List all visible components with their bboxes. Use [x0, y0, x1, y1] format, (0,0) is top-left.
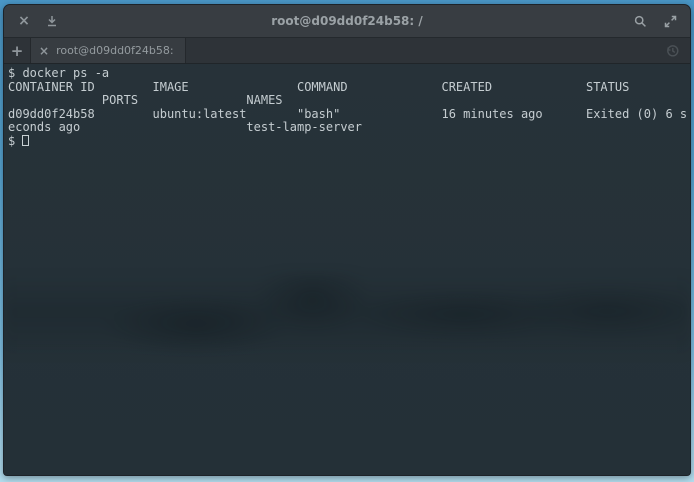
- new-tab-button[interactable]: +: [4, 38, 30, 63]
- wallpaper-silhouette: [4, 272, 690, 358]
- search-icon: [633, 14, 648, 29]
- history-button[interactable]: [665, 38, 690, 63]
- titlebar[interactable]: root@d09dd0f24b58: / ×: [4, 5, 690, 38]
- terminal-window: root@d09dd0f24b58: / ×: [3, 4, 691, 476]
- terminal-line: PORTS NAMES: [8, 94, 686, 108]
- search-button[interactable]: [629, 10, 651, 32]
- terminal-line: d09dd0f24b58 ubuntu:latest "bash" 16 min…: [8, 108, 686, 122]
- terminal-output: $ docker ps -aCONTAINER ID IMAGE COMMAND…: [8, 67, 686, 135]
- terminal-prompt-line: $: [8, 135, 686, 149]
- tab-active[interactable]: × root@d09dd0f24b58: /: [30, 38, 186, 63]
- terminal-area[interactable]: $ docker ps -aCONTAINER ID IMAGE COMMAND…: [4, 64, 690, 475]
- expand-icon: [663, 14, 678, 29]
- plus-icon: +: [11, 42, 24, 60]
- close-icon: ×: [18, 14, 30, 28]
- download-button[interactable]: [41, 10, 63, 32]
- terminal-cursor: [22, 135, 29, 146]
- download-icon: [45, 14, 59, 28]
- tab-close-icon[interactable]: ×: [39, 45, 49, 57]
- expand-button[interactable]: [659, 10, 681, 32]
- terminal-line: CONTAINER ID IMAGE COMMAND CREATED STATU…: [8, 81, 686, 95]
- close-button[interactable]: ×: [13, 10, 35, 32]
- history-icon: [665, 43, 680, 58]
- terminal-line: econds ago test-lamp-server: [8, 121, 686, 135]
- window-title: root@d09dd0f24b58: /: [4, 14, 690, 28]
- terminal-line: $ docker ps -a: [8, 67, 686, 81]
- tab-label: root@d09dd0f24b58: /: [56, 44, 177, 57]
- tabbar: + × root@d09dd0f24b58: /: [4, 38, 690, 64]
- prompt: $: [8, 134, 22, 148]
